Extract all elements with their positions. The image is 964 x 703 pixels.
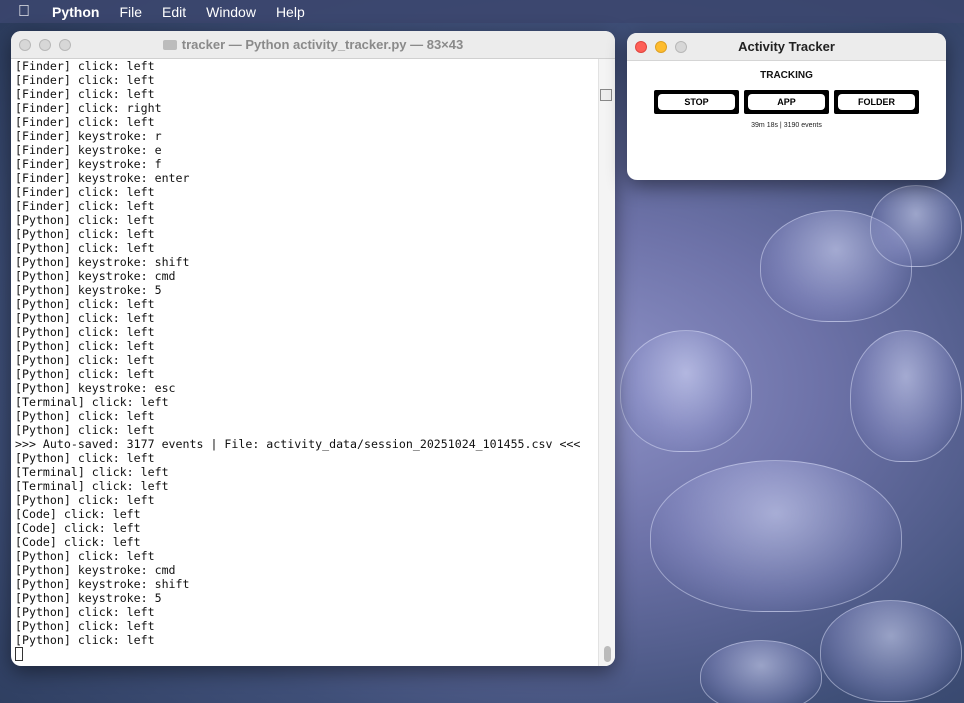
terminal-line: [Python] click: left [15,339,155,353]
scrollbar[interactable] [598,59,615,666]
terminal-line: [Finder] click: left [15,87,155,101]
terminal-line: [Finder] click: left [15,185,155,199]
terminal-line: [Python] click: left [15,297,155,311]
terminal-line: [Terminal] click: left [15,479,169,493]
wallpaper-jellyfish [700,640,822,703]
terminal-line: [Python] click: left [15,423,155,437]
activity-tracker-window: Activity Tracker TRACKING STOP APP FOLDE… [627,33,946,180]
terminal-line: [Terminal] click: left [15,465,169,479]
folder-button-label: FOLDER [838,94,915,110]
terminal-line: [Finder] click: left [15,199,155,213]
menu-window[interactable]: Window [206,4,256,20]
folder-button[interactable]: FOLDER [834,90,919,114]
wallpaper-jellyfish [870,185,962,267]
terminal-line: [Finder] click: left [15,73,155,87]
menu-bar:  Python File Edit Window Help [0,0,964,23]
terminal-line: [Python] click: left [15,605,155,619]
menu-help[interactable]: Help [276,4,305,20]
text-cursor [15,647,23,661]
terminal-line: [Python] click: left [15,549,155,563]
terminal-line: [Python] click: left [15,213,155,227]
wallpaper-jellyfish [620,330,752,452]
terminal-line: [Python] click: left [15,353,155,367]
tracker-title: Activity Tracker [738,39,835,54]
tracking-status: TRACKING [760,70,813,81]
terminal-line: [Python] click: left [15,367,155,381]
terminal-line: [Python] keystroke: shift [15,577,190,591]
terminal-line: [Code] click: left [15,507,141,521]
terminal-line: [Python] click: left [15,493,155,507]
terminal-line: [Python] click: left [15,451,155,465]
terminal-line: [Finder] click: left [15,59,155,73]
terminal-line: [Python] click: left [15,633,155,647]
terminal-line: [Finder] keystroke: f [15,157,162,171]
terminal-line: [Python] keystroke: cmd [15,269,176,283]
stop-button-label: STOP [658,94,735,110]
session-stats: 39m 18s | 3190 events [751,122,822,129]
terminal-line: [Code] click: left [15,521,141,535]
apple-icon[interactable]:  [18,3,38,21]
terminal-title: tracker — Python activity_tracker.py — 8… [11,37,615,52]
terminal-line: [Python] click: left [15,227,155,241]
wallpaper-jellyfish [850,330,962,462]
terminal-titlebar[interactable]: tracker — Python activity_tracker.py — 8… [11,31,615,59]
tracker-titlebar[interactable]: Activity Tracker [627,33,946,61]
terminal-line: [Python] keystroke: esc [15,381,176,395]
terminal-line: [Finder] click: left [15,115,155,129]
app-button-label: APP [748,94,825,110]
wallpaper-jellyfish [650,460,902,612]
terminal-line: [Code] click: left [15,535,141,549]
terminal-line: >>> Auto-saved: 3177 events | File: acti… [15,437,581,451]
terminal-line: [Python] keystroke: 5 [15,591,162,605]
terminal-line: [Finder] click: right [15,101,162,115]
terminal-line: [Finder] keystroke: r [15,129,162,143]
wallpaper-jellyfish [820,600,962,702]
terminal-line: [Python] keystroke: 5 [15,283,162,297]
terminal-line: [Python] click: left [15,409,155,423]
terminal-window: tracker — Python activity_tracker.py — 8… [11,31,615,666]
menu-file[interactable]: File [119,4,142,20]
terminal-line: [Finder] keystroke: enter [15,171,190,185]
terminal-title-text: tracker — Python activity_tracker.py — 8… [181,37,464,52]
terminal-output[interactable]: [Finder] click: left [Finder] click: left… [15,59,597,664]
terminal-line: [Python] click: left [15,325,155,339]
terminal-prompt[interactable] [15,647,597,661]
terminal-line: [Python] keystroke: cmd [15,563,176,577]
terminal-line: [Python] click: left [15,241,155,255]
scrollbar-thumb[interactable] [604,646,611,662]
terminal-line: [Python] click: left [15,311,155,325]
menu-app-name[interactable]: Python [52,4,99,20]
folder-icon [162,40,177,50]
app-button[interactable]: APP [744,90,829,114]
terminal-line: [Python] keystroke: shift [15,255,190,269]
button-row: STOP APP FOLDER [627,90,946,114]
scrollback-menu-icon[interactable] [600,89,612,101]
terminal-line: [Finder] keystroke: e [15,143,162,157]
stop-button[interactable]: STOP [654,90,739,114]
terminal-line: [Terminal] click: left [15,395,169,409]
terminal-line: [Python] click: left [15,619,155,633]
menu-edit[interactable]: Edit [162,4,186,20]
